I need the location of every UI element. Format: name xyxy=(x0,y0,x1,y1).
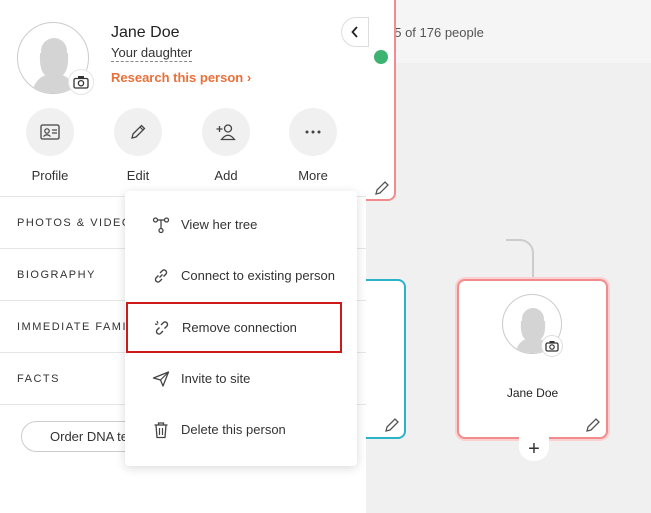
action-bar: Profile Edit Add More xyxy=(0,108,366,188)
menu-item-label: Delete this person xyxy=(181,422,286,437)
add-person-icon xyxy=(216,124,236,141)
more-label: More xyxy=(298,168,328,183)
more-dropdown-menu: View her tree Connect to existing person… xyxy=(125,191,357,466)
menu-item-delete[interactable]: Delete this person xyxy=(125,404,357,455)
section-title: BIOGRAPHY xyxy=(17,269,96,281)
camera-icon[interactable] xyxy=(541,335,563,357)
person-card-jane[interactable]: Jane Doe xyxy=(457,279,608,439)
edit-button[interactable]: Edit xyxy=(103,108,173,183)
tree-connector-curve xyxy=(506,239,534,281)
link-icon xyxy=(154,269,168,283)
menu-item-label: Remove connection xyxy=(182,320,297,335)
add-button[interactable]: Add xyxy=(191,108,261,183)
menu-item-connect-existing[interactable]: Connect to existing person xyxy=(125,250,357,301)
profile-button[interactable]: Profile xyxy=(15,108,85,183)
person-name: Jane Doe xyxy=(111,24,180,41)
section-title: FACTS xyxy=(17,373,60,385)
tree-icon xyxy=(152,217,170,234)
more-dots-icon xyxy=(305,130,321,134)
menu-item-view-tree[interactable]: View her tree xyxy=(125,199,357,250)
section-title: IMMEDIATE FAMILY xyxy=(17,321,143,333)
edit-pencil-icon[interactable] xyxy=(374,180,390,196)
menu-item-label: Invite to site xyxy=(181,371,251,386)
people-count: 55 of 176 people xyxy=(387,25,484,40)
menu-item-invite[interactable]: Invite to site xyxy=(125,353,357,404)
menu-item-label: Connect to existing person xyxy=(181,268,335,283)
tree-topbar: 55 of 176 people xyxy=(366,0,651,63)
person-card-name: Jane Doe xyxy=(506,386,559,400)
section-title: PHOTOS & VIDEOS xyxy=(17,217,141,229)
profile-label: Profile xyxy=(31,168,69,183)
trash-icon xyxy=(154,422,168,439)
broken-link-icon xyxy=(154,320,169,335)
status-dot xyxy=(374,50,388,64)
add-label: Add xyxy=(214,168,238,183)
edit-pencil-icon[interactable] xyxy=(384,417,400,433)
menu-item-label: View her tree xyxy=(181,217,258,232)
relationship-label[interactable]: Your daughter xyxy=(111,45,193,62)
edit-pencil-icon[interactable] xyxy=(585,417,601,433)
menu-item-remove-connection[interactable]: Remove connection xyxy=(126,302,342,353)
paper-plane-icon xyxy=(152,371,170,387)
pencil-icon xyxy=(131,124,146,139)
profile-card-icon xyxy=(40,124,60,140)
collapse-panel-button[interactable] xyxy=(341,17,369,47)
chevron-left-icon xyxy=(351,26,358,38)
edit-label: Edit xyxy=(126,168,150,183)
research-person-link[interactable]: Research this person › xyxy=(111,70,251,85)
add-photo-camera-icon[interactable] xyxy=(68,69,94,95)
more-button[interactable]: More xyxy=(278,108,348,183)
